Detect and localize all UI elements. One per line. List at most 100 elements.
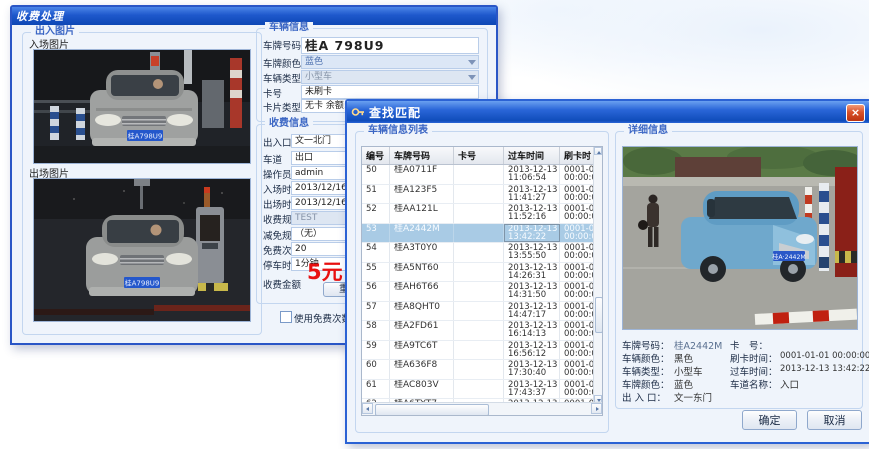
table-cell[interactable] [454,321,504,340]
table-row[interactable]: 57桂A8QHT0 2013-12-1314:47:170001-01-00:00… [362,302,602,322]
card-no-input[interactable]: 未刷卡 [301,85,479,99]
table-cell[interactable]: 2013-12-1317:43:37 [504,380,560,399]
table-cell[interactable] [454,282,504,301]
table-cell[interactable] [454,341,504,360]
table-cell[interactable] [454,185,504,204]
table-cell[interactable]: 2013-12-1311:52:16 [504,204,560,223]
table-cell[interactable]: 桂A3T0Y0 [390,243,454,262]
table-cell[interactable]: 60 [362,360,390,379]
table-cell[interactable] [454,243,504,262]
plate-number-label: 车牌号码 [263,38,301,52]
table-cell[interactable]: 0001-01-00:00:00 [560,243,596,262]
table-cell[interactable]: 0001-01-00:00:00 [560,302,596,321]
table-cell[interactable]: 桂AC803V [390,380,454,399]
table-cell[interactable]: 2013-12-1314:31:50 [504,282,560,301]
table-cell[interactable]: 桂AA121L [390,204,454,223]
col-header-swipetime[interactable]: 刷卡时 [560,147,596,164]
col-header-plate[interactable]: 车牌号码 [390,147,454,164]
table-cell[interactable]: 桂A8QHT0 [390,302,454,321]
table-cell[interactable]: 桂A636F8 [390,360,454,379]
table-cell[interactable]: 桂A2442M [390,224,454,243]
scroll-left-icon[interactable] [366,407,369,411]
table-cell[interactable]: 0001-01-00:00:00 [560,224,596,243]
table-cell[interactable]: 桂A5NT60 [390,263,454,282]
table-row[interactable]: 60桂A636F8 2013-12-1317:30:400001-01-00:00… [362,360,602,380]
table-cell[interactable] [454,302,504,321]
detail-plate-label: 车牌号码： [622,338,670,352]
col-header-passtime[interactable]: 过车时间 [504,147,560,164]
fee-processing-titlebar[interactable]: 收费处理 [12,7,496,25]
table-cell[interactable] [454,360,504,379]
table-cell[interactable]: 0001-01-00:00:00 [560,185,596,204]
table-cell[interactable] [454,165,504,184]
table-row[interactable]: 52桂AA121L 2013-12-1311:52:160001-01-00:00… [362,204,602,224]
table-cell[interactable]: 0001-01-00:00:00 [560,321,596,340]
table-cell[interactable]: 2013-12-1311:06:54 [504,165,560,184]
table-cell[interactable]: 57 [362,302,390,321]
table-cell[interactable]: 2013-12-1316:56:12 [504,341,560,360]
table-cell[interactable]: 61 [362,380,390,399]
table-cell[interactable]: 56 [362,282,390,301]
table-cell[interactable]: 0001-01-00:00:00 [560,360,596,379]
table-horizontal-scrollbar[interactable] [362,402,602,415]
table-cell[interactable]: 51 [362,185,390,204]
use-free-checkbox[interactable] [280,311,292,323]
vehicle-type-select[interactable]: 小型车 [301,70,479,84]
col-header-card[interactable]: 卡号 [454,147,504,164]
ok-button[interactable]: 确定 [742,410,797,430]
table-cell[interactable] [454,380,504,399]
table-cell[interactable]: 桂A9TC6T [390,341,454,360]
table-cell[interactable]: 2013-12-1314:47:17 [504,302,560,321]
cancel-button[interactable]: 取消 [807,410,862,430]
table-cell[interactable]: 0001-01-00:00:00 [560,204,596,223]
table-row[interactable]: 55桂A5NT60 2013-12-1314:26:310001-01-00:00… [362,263,602,283]
table-cell[interactable]: 0001-01-00:00:00 [560,341,596,360]
table-cell[interactable]: 50 [362,165,390,184]
plate-color-select[interactable]: 蓝色 [301,55,479,69]
table-row[interactable]: 56桂AH6T66 2013-12-1314:31:500001-01-00:00… [362,282,602,302]
scroll-up-icon[interactable] [597,151,601,154]
table-cell[interactable]: 0001-01-00:00:00 [560,282,596,301]
control-cabinet [202,80,224,128]
table-cell[interactable] [454,224,504,243]
table-row[interactable]: 54桂A3T0Y0 2013-12-1313:55:500001-01-00:00… [362,243,602,263]
table-row[interactable]: 50桂A0711F 2013-12-1311:06:540001-01-00:00… [362,165,602,185]
table-cell[interactable] [454,204,504,223]
table-cell[interactable]: 2013-12-1314:26:31 [504,263,560,282]
table-row[interactable]: 59桂A9TC6T 2013-12-1316:56:120001-01-00:00… [362,341,602,361]
table-cell[interactable]: 桂A2FD61 [390,321,454,340]
table-cell[interactable]: 54 [362,243,390,262]
table-cell[interactable] [454,263,504,282]
table-cell[interactable]: 0001-01-00:00:00 [560,165,596,184]
hscroll-thumb[interactable] [375,404,489,416]
vehicle-type-value: 小型车 [305,72,332,82]
scroll-right-icon[interactable] [596,407,599,411]
table-cell[interactable]: 桂A0711F [390,165,454,184]
search-match-titlebar[interactable]: 查找匹配 × [347,101,869,123]
table-cell[interactable]: 0001-01-00:00:00 [560,380,596,399]
table-cell[interactable]: 59 [362,341,390,360]
table-cell[interactable]: 桂A123F5 [390,185,454,204]
table-row[interactable]: 51桂A123F5 2013-12-1311:41:270001-01-00:00… [362,185,602,205]
table-cell[interactable]: 53 [362,224,390,243]
table-cell[interactable]: 58 [362,321,390,340]
table-cell[interactable]: 2013-12-1313:55:50 [504,243,560,262]
table-vertical-scrollbar[interactable] [593,147,602,403]
table-row[interactable]: 53桂A2442M 2013-12-1313:42:220001-01-00:00… [362,224,602,244]
table-cell[interactable]: 2013-12-1317:30:40 [504,360,560,379]
detail-plate-text: 桂A·2442M [772,253,805,261]
table-cell[interactable]: 2013-12-1311:41:27 [504,185,560,204]
table-cell[interactable]: 55 [362,263,390,282]
close-icon[interactable]: × [846,104,865,122]
col-header-no[interactable]: 编号 [362,147,390,164]
vehicle-table-header[interactable]: 编号 车牌号码 卡号 过车时间 刷卡时 [362,147,602,165]
table-cell[interactable]: 2013-12-1316:14:13 [504,321,560,340]
table-row[interactable]: 58桂A2FD61 2013-12-1316:14:130001-01-00:00… [362,321,602,341]
table-row[interactable]: 61桂AC803V 2013-12-1317:43:370001-01-00:00… [362,380,602,400]
table-cell[interactable]: 0001-01-00:00:00 [560,263,596,282]
table-cell[interactable]: 2013-12-1313:42:22 [504,224,560,243]
table-cell[interactable]: 桂AH6T66 [390,282,454,301]
plate-number-input[interactable]: 桂A 798U9 [301,37,479,54]
vscroll-thumb[interactable] [595,297,603,333]
table-cell[interactable]: 52 [362,204,390,223]
